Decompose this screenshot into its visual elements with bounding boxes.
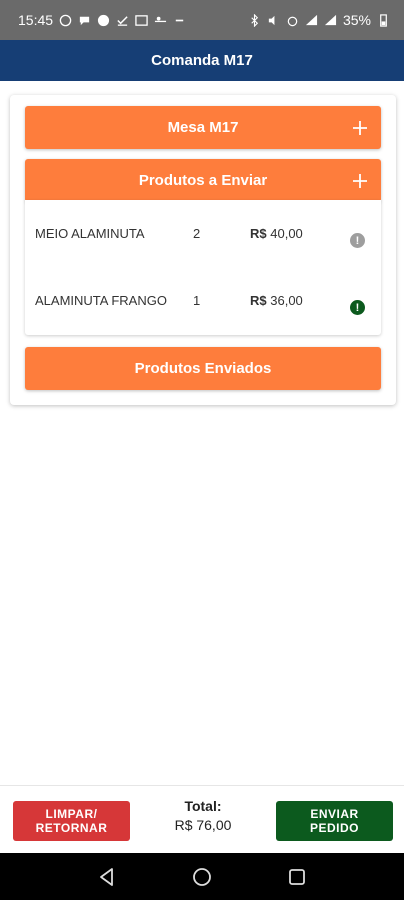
system-nav-bar xyxy=(0,853,404,900)
product-name: ALAMINUTA FRANGO xyxy=(35,293,167,308)
order-total: Total: R$ 76,00 xyxy=(150,798,256,833)
list-item[interactable]: ALAMINUTA FRANGO 1 R$ 36,00 ! xyxy=(25,285,381,315)
app-bar: Comanda M17 xyxy=(0,40,404,81)
bluetooth-icon xyxy=(248,13,261,27)
product-qty: 2 xyxy=(193,226,201,241)
more-icon xyxy=(173,14,186,27)
back-icon[interactable] xyxy=(95,865,119,889)
products-sent-label: Produtos Enviados xyxy=(134,360,272,377)
alarm-icon xyxy=(286,14,299,27)
products-list: MEIO ALAMINUTA 2 R$ 40,00 ! ALAMINUTA FR… xyxy=(25,200,381,335)
product-price-value: 36,00 xyxy=(270,293,303,308)
currency-symbol: R$ xyxy=(250,226,267,241)
product-name: MEIO ALAMINUTA xyxy=(35,226,145,241)
messenger-icon xyxy=(97,14,110,27)
plus-icon[interactable] xyxy=(351,119,369,137)
product-qty: 1 xyxy=(193,293,201,308)
send-order-button[interactable]: ENVIAR PEDIDO xyxy=(276,801,393,841)
list-item[interactable]: MEIO ALAMINUTA 2 R$ 40,00 ! xyxy=(25,218,381,248)
send-label-line2: PEDIDO xyxy=(309,821,359,835)
home-icon[interactable] xyxy=(190,865,214,889)
battery-text: 35% xyxy=(342,12,371,28)
app-icon xyxy=(135,14,148,27)
product-price: R$ 36,00 xyxy=(250,293,303,308)
products-sent-header[interactable]: Produtos Enviados xyxy=(25,347,381,390)
mesa-label: Mesa M17 xyxy=(167,119,239,136)
page-title: Comanda M17 xyxy=(151,52,253,69)
total-value: R$ 76,00 xyxy=(174,817,232,833)
status-time: 15:45 xyxy=(18,12,54,28)
recents-icon[interactable] xyxy=(285,865,309,889)
signal-icon xyxy=(324,14,337,27)
status-right: 35% xyxy=(248,12,390,28)
mute-icon xyxy=(267,14,280,27)
status-bar: 15:45 35% xyxy=(0,0,404,40)
products-to-send-label: Produtos a Enviar xyxy=(138,172,268,189)
info-icon[interactable]: ! xyxy=(350,233,365,248)
product-price: R$ 40,00 xyxy=(250,226,303,241)
plus-icon[interactable] xyxy=(351,172,369,190)
clear-label-line2: RETORNAR xyxy=(35,821,108,835)
mesa-header[interactable]: Mesa M17 xyxy=(25,106,381,149)
product-price-value: 40,00 xyxy=(270,226,303,241)
info-icon[interactable]: ! xyxy=(350,300,365,315)
whatsapp-icon xyxy=(59,14,72,27)
currency-symbol: R$ xyxy=(250,293,267,308)
bottom-bar: LIMPAR/ RETORNAR Total: R$ 76,00 ENVIAR … xyxy=(0,785,404,853)
send-label-line1: ENVIAR xyxy=(310,807,359,821)
total-label: Total: xyxy=(184,798,222,814)
battery-icon xyxy=(377,13,390,27)
clear-return-button[interactable]: LIMPAR/ RETORNAR xyxy=(13,801,130,841)
products-to-send-header[interactable]: Produtos a Enviar xyxy=(25,159,381,202)
payment-icon xyxy=(154,14,167,27)
wifi-icon xyxy=(305,14,318,27)
chat-icon xyxy=(78,14,91,27)
check-icon xyxy=(116,14,129,27)
order-card: Mesa M17 Produtos a Enviar MEIO ALAMINUT… xyxy=(10,95,396,405)
status-left: 15:45 xyxy=(18,12,186,28)
clear-label-line1: LIMPAR/ xyxy=(45,807,98,821)
